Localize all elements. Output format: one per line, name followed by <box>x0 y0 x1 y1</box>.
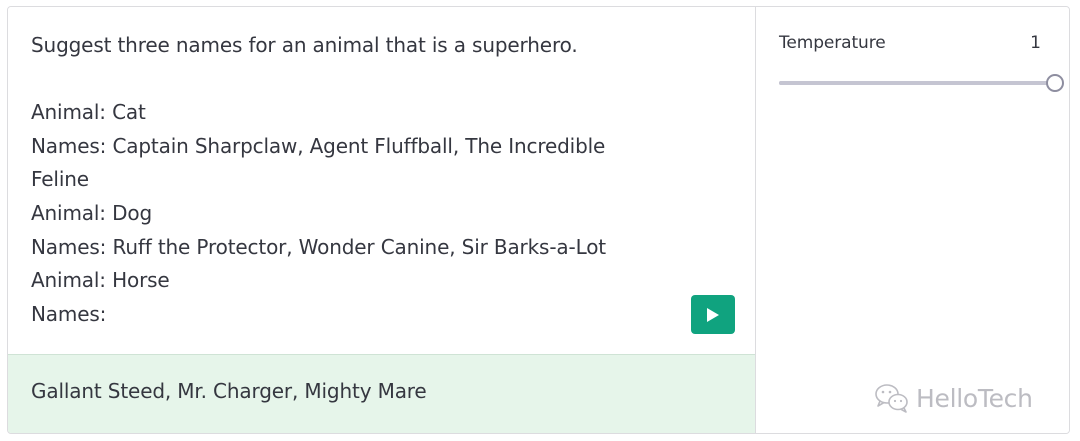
run-button[interactable] <box>691 295 735 334</box>
slider-fill <box>779 81 1055 85</box>
completion-text: Gallant Steed, Mr. Charger, Mighty Mare <box>31 379 427 403</box>
slider-thumb[interactable] <box>1046 74 1064 92</box>
temperature-label: Temperature <box>779 33 886 53</box>
watermark-text: HelloTech <box>916 383 1033 413</box>
settings-panel: Temperature 1 HelloTech <box>755 7 1069 433</box>
prompt-textarea[interactable]: Suggest three names for an animal that i… <box>31 29 671 331</box>
prompt-pane[interactable]: Suggest three names for an animal that i… <box>8 7 755 354</box>
play-icon <box>707 307 719 322</box>
temperature-value: 1 <box>1030 33 1041 53</box>
playground-card: Suggest three names for an animal that i… <box>7 6 1070 434</box>
temperature-slider[interactable] <box>779 73 1064 93</box>
watermark: HelloTech <box>874 383 1033 413</box>
completion-output: Gallant Steed, Mr. Charger, Mighty Mare <box>8 354 755 433</box>
wechat-icon <box>875 384 908 413</box>
